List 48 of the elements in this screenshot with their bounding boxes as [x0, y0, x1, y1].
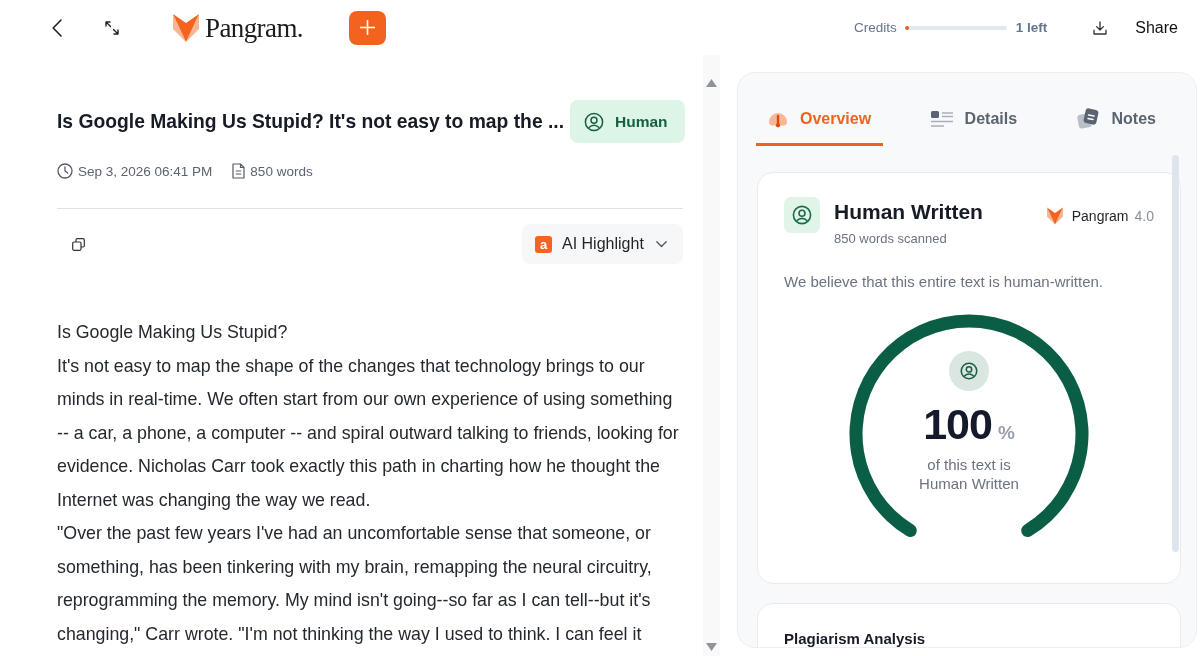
- expand-icon: [105, 20, 119, 35]
- tab[interactable]: Notes: [1064, 95, 1168, 146]
- logo-icon: [173, 13, 199, 42]
- copy-icon: [72, 237, 85, 251]
- back-button[interactable]: [52, 18, 62, 37]
- add-button[interactable]: [348, 10, 386, 45]
- model-name: Pangram: [1071, 208, 1129, 224]
- scroll-up-icon[interactable]: [706, 79, 717, 87]
- highlight-dropdown[interactable]: a AI Highlight: [522, 224, 683, 264]
- date-text: Sep 3, 2026 06:41 PM: [78, 163, 213, 179]
- person-icon: [784, 197, 820, 233]
- summary-text: We believe that this entire text is human-written.: [784, 273, 1105, 290]
- result-title: Human Written: [834, 199, 983, 225]
- plus-icon: [359, 20, 375, 35]
- share-button[interactable]: Share: [1135, 18, 1178, 37]
- clock-icon: [57, 163, 73, 179]
- tab[interactable]: Details: [918, 95, 1030, 146]
- list-icon: [930, 110, 953, 128]
- document-icon: [232, 163, 246, 179]
- model-version: 4.0: [1134, 208, 1154, 224]
- person-icon: [949, 351, 989, 391]
- copy-button[interactable]: [72, 237, 85, 251]
- paragraph: "Over the past few years I've had an uncomfortable sense that someone, or something, has been tinkering with my brain, remapping the neural circuitry, reprogramming the memory. My mind isn't going--so far as I can tell--but it's changing," Carr wrote. "I'm not thinking the way I used to think. I can feel it: [57, 522, 653, 646]
- paragraph: Is Google Making Us Stupid?: [57, 321, 289, 344]
- percent-sign: %: [997, 422, 1015, 444]
- credits-remaining: 1 left: [1015, 20, 1048, 35]
- tab[interactable]: Overview: [756, 95, 884, 146]
- word-count: 850 words: [250, 163, 313, 179]
- paragraph: It's not easy to map the shape of the changes that technology brings to our minds in real-time. We often start from our own experience of using something -- a car, a phone, a computer -- and spiral outward talking to friends, looking for evidence. Nicholas Carr took exactly this path in charting how he thought the Internet was changing the way we read.: [57, 354, 680, 512]
- logo-icon: [1046, 207, 1063, 225]
- chevron-left-icon: [52, 18, 62, 37]
- chevron-down-icon: [656, 240, 667, 248]
- percent-value: 100: [923, 401, 992, 447]
- download-icon: [1093, 20, 1108, 35]
- credits-label: Credits: [854, 20, 897, 35]
- document-title: Is Google Making Us Stupid? It's not easy to map the ...: [57, 110, 565, 133]
- gauge-icon: [768, 110, 788, 128]
- scroll-down-icon[interactable]: [706, 643, 717, 651]
- section-title: Plagiarism Analysis: [784, 630, 927, 647]
- download-button[interactable]: [1093, 20, 1108, 35]
- scan-count: 850 words scanned: [834, 231, 948, 246]
- verdict-label: Human: [615, 112, 668, 131]
- notes-icon: [1076, 108, 1100, 130]
- letter-badge: a: [535, 235, 552, 253]
- logo-text: Pangram.: [205, 11, 303, 44]
- gauge-caption: of this text is Human Written: [918, 455, 1020, 493]
- person-icon: [584, 111, 605, 132]
- expand-button[interactable]: [105, 20, 119, 35]
